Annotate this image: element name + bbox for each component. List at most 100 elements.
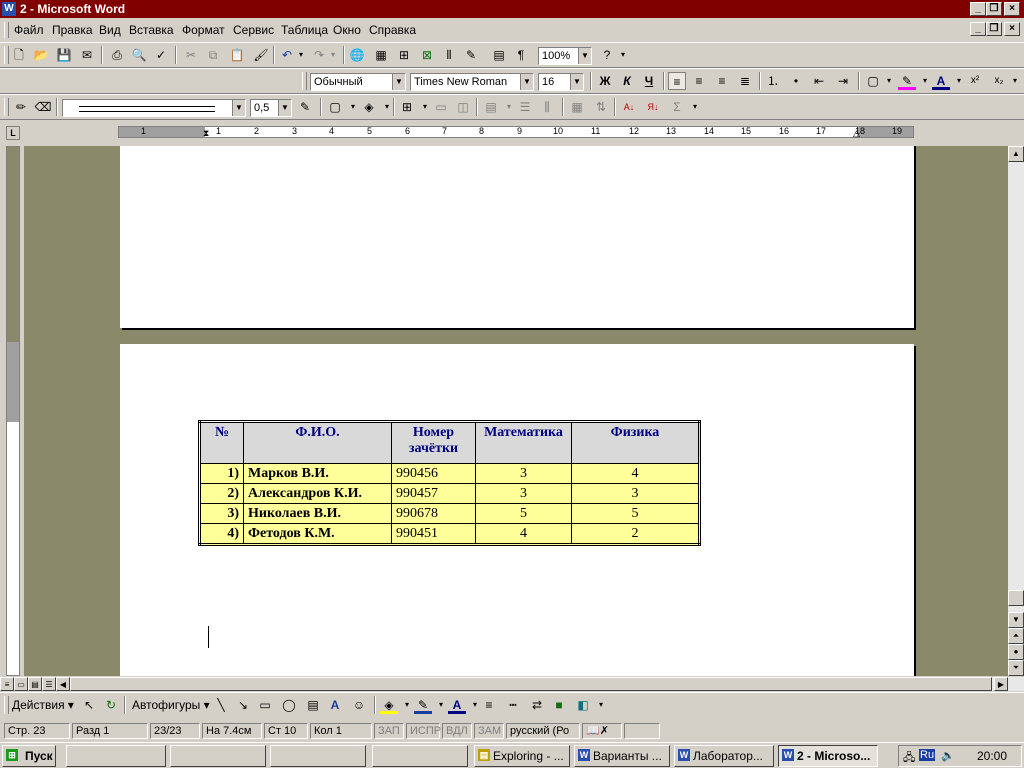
italic-button[interactable]: К xyxy=(618,72,636,90)
underline-button[interactable]: Ч xyxy=(640,72,658,90)
text-direction-icon[interactable]: ⇅ xyxy=(592,98,610,116)
hyperlink-icon[interactable]: 🌐 xyxy=(348,46,366,64)
toolbar-grip[interactable] xyxy=(4,696,9,714)
physics-grade[interactable]: 2 xyxy=(571,523,700,545)
taskbar-empty-slot[interactable] xyxy=(270,745,366,767)
align-right-icon[interactable]: ≡ xyxy=(713,72,731,90)
document-map-icon[interactable]: ▤ xyxy=(490,46,508,64)
show-hide-icon[interactable]: ¶ xyxy=(512,46,530,64)
insert-table-icon[interactable]: ⊞ xyxy=(398,98,416,116)
toolbar-options-icon[interactable]: ▾ xyxy=(1006,72,1024,90)
shading-color-icon[interactable]: ◈ xyxy=(360,98,378,116)
doc-close-button[interactable]: × xyxy=(1004,22,1020,36)
redo-dropdown-icon[interactable]: ▾ xyxy=(324,46,342,64)
increase-indent-icon[interactable]: ⇥ xyxy=(834,72,852,90)
toolbar-grip[interactable] xyxy=(302,72,307,90)
3d-icon[interactable]: ◧ xyxy=(574,696,592,714)
draw-table-icon[interactable]: ✏ xyxy=(12,98,30,116)
document-area[interactable]: № Ф.И.О. Номер зачётки Математика Физика… xyxy=(24,146,1008,676)
horizontal-ruler[interactable]: 1 1 2 3 4 5 6 7 8 9 10 11 12 13 14 15 16… xyxy=(118,126,914,138)
hscroll-thumb[interactable] xyxy=(70,677,992,691)
rectangle-icon[interactable]: ▭ xyxy=(256,696,274,714)
math-grade[interactable]: 4 xyxy=(475,523,572,545)
header-number[interactable]: № xyxy=(199,421,244,464)
sort-ascending-icon[interactable]: A↓ xyxy=(620,98,638,116)
record-book-number[interactable]: 990678 xyxy=(391,503,476,524)
arrow-style-icon[interactable]: ⇄ xyxy=(528,696,546,714)
bullets-icon[interactable]: • xyxy=(787,72,805,90)
vertical-ruler[interactable] xyxy=(6,146,20,676)
shadow-icon[interactable]: ■ xyxy=(550,696,568,714)
outside-border-icon[interactable]: ▢ xyxy=(326,98,344,116)
scroll-up-icon[interactable]: ▲ xyxy=(1008,146,1024,162)
taskbar-task-explorer[interactable]: ▤ Exploring - ... xyxy=(474,745,570,767)
open-folder-icon[interactable]: 📂 xyxy=(32,46,50,64)
font-size-combo[interactable]: 16 ▼ xyxy=(538,73,584,91)
student-name[interactable]: Фетодов К.М. xyxy=(243,523,392,545)
tab-selector[interactable]: L xyxy=(6,126,20,140)
menu-table[interactable]: Таблица xyxy=(281,23,328,37)
status-section[interactable]: Разд 1 xyxy=(72,723,148,739)
physics-grade[interactable]: 3 xyxy=(571,483,700,504)
taskbar-empty-slot[interactable] xyxy=(170,745,266,767)
tables-borders-icon[interactable]: ▦ xyxy=(372,46,390,64)
doc-minimize-button[interactable]: _ xyxy=(970,22,986,36)
free-rotate-icon[interactable]: ↻ xyxy=(102,696,120,714)
browse-object-icon[interactable]: ● xyxy=(1008,644,1024,660)
chevron-down-icon[interactable]: ▼ xyxy=(392,74,405,90)
previous-page-icon[interactable]: ⏶ xyxy=(1008,628,1024,644)
email-icon[interactable]: ✉ xyxy=(78,46,96,64)
status-trk[interactable]: ИСПР xyxy=(406,723,441,739)
row-number[interactable]: 2) xyxy=(199,483,244,504)
volume-icon[interactable]: 🔈 xyxy=(941,749,955,762)
status-ovr[interactable]: ЗАМ xyxy=(474,723,504,739)
row-number[interactable]: 1) xyxy=(199,463,244,484)
decrease-indent-icon[interactable]: ⇤ xyxy=(810,72,828,90)
dash-style-icon[interactable]: ┅ xyxy=(504,696,522,714)
borders-dropdown-icon[interactable]: ▾ xyxy=(880,72,898,90)
taskbar-task-variants[interactable]: W Варианты ... xyxy=(574,745,670,767)
student-name[interactable]: Александров К.И. xyxy=(243,483,392,504)
scroll-right-icon[interactable]: ▶ xyxy=(994,677,1008,691)
spelling-icon[interactable]: ✓ xyxy=(152,46,170,64)
toolbar-options-icon[interactable]: ▾ xyxy=(614,46,632,64)
arrow-icon[interactable]: ↘ xyxy=(234,696,252,714)
distribute-columns-icon[interactable]: ⫼ xyxy=(538,98,556,116)
minimize-button[interactable]: _ xyxy=(970,2,986,16)
line-icon[interactable]: ╲ xyxy=(212,696,230,714)
restore-button[interactable]: ❐ xyxy=(986,2,1002,16)
close-button[interactable]: × xyxy=(1004,2,1020,16)
menu-insert[interactable]: Вставка xyxy=(129,23,174,37)
status-rec[interactable]: ЗАП xyxy=(374,723,404,739)
chevron-down-icon[interactable]: ▼ xyxy=(570,74,583,90)
undo-dropdown-icon[interactable]: ▾ xyxy=(292,46,310,64)
insert-table-icon[interactable]: ⊞ xyxy=(395,46,413,64)
chevron-down-icon[interactable]: ▼ xyxy=(520,74,533,90)
record-book-number[interactable]: 990457 xyxy=(391,483,476,504)
clock[interactable]: 20:00 xyxy=(977,749,1007,763)
previous-page[interactable] xyxy=(120,146,914,328)
normal-view-icon[interactable]: ≡ xyxy=(0,677,14,691)
next-page-icon[interactable]: ⏷ xyxy=(1008,660,1024,676)
save-icon[interactable]: 💾 xyxy=(55,46,73,64)
text-box-icon[interactable]: ▤ xyxy=(304,696,322,714)
align-left-icon[interactable]: ≡ xyxy=(668,72,686,90)
drawing-icon[interactable]: ✎ xyxy=(462,46,480,64)
record-book-number[interactable]: 990456 xyxy=(391,463,476,484)
merge-cells-icon[interactable]: ▭ xyxy=(432,98,450,116)
student-name[interactable]: Николаев В.И. xyxy=(243,503,392,524)
status-language[interactable]: русский (Ро xyxy=(506,723,580,739)
vertical-scrollbar[interactable]: ▲ ▼ ⏶ ● ⏷ xyxy=(1008,146,1024,676)
chevron-down-icon[interactable]: ▼ xyxy=(232,100,245,116)
taskbar-task-word-active[interactable]: W 2 - Microso... xyxy=(778,745,878,767)
justify-icon[interactable]: ≣ xyxy=(736,72,754,90)
font-color-icon[interactable]: A xyxy=(932,72,950,90)
highlight-icon[interactable]: ✎ xyxy=(898,72,916,90)
menu-view[interactable]: Вид xyxy=(99,23,121,37)
menu-window[interactable]: Окно xyxy=(333,23,361,37)
header-name[interactable]: Ф.И.О. xyxy=(243,421,392,464)
columns-icon[interactable]: ⫴ xyxy=(440,46,458,64)
network-icon[interactable]: 🖧 xyxy=(903,749,915,768)
autoshapes-menu[interactable]: Автофигуры ▾ xyxy=(132,698,210,712)
superscript-icon[interactable]: x² xyxy=(966,72,984,90)
